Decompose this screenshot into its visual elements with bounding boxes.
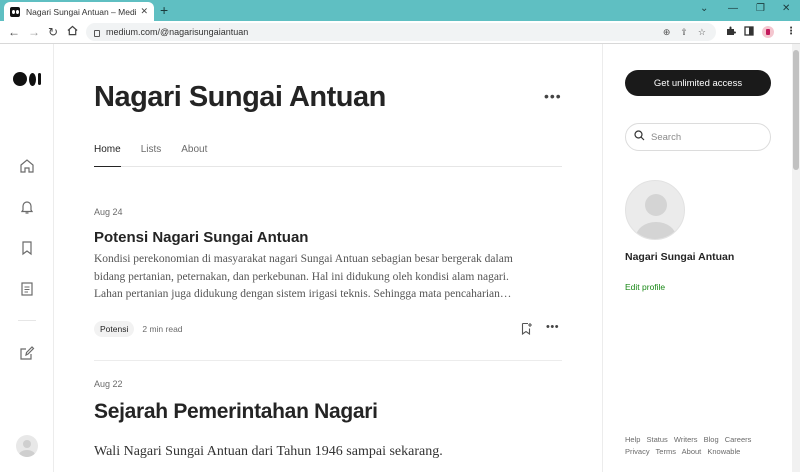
forward-icon[interactable]: → — [28, 25, 40, 39]
browser-toolbar: ← → ↻ medium.com/@nagarisungaiantuan ⊕ ⇪… — [0, 21, 800, 44]
close-window-icon[interactable]: ✕ — [782, 3, 790, 14]
browser-tab-strip: Nagari Sungai Antuan – Medium ✕ + ⌄ — ❐ … — [0, 0, 800, 21]
excerpt-line: bidang pertanian, peternakan, dan perkeb… — [94, 270, 509, 283]
article-divider — [94, 360, 562, 361]
address-bar[interactable]: medium.com/@nagarisungaiantuan ⊕ ⇪ ☆ — [86, 23, 716, 41]
profile-title: Nagari Sungai Antuan — [94, 81, 386, 113]
footer-link-terms[interactable]: Terms — [656, 447, 676, 456]
sidebar-icon[interactable] — [744, 26, 754, 39]
profile-tabs: Home Lists About — [94, 144, 562, 167]
back-icon[interactable]: ← — [8, 25, 20, 39]
scrollbar-thumb[interactable] — [793, 50, 799, 170]
tab-title: Nagari Sungai Antuan – Medium — [26, 6, 137, 17]
footer-links: Help Status Writers Blog Careers Privacy… — [625, 434, 775, 458]
tab-home[interactable]: Home — [94, 144, 121, 167]
right-sidebar: Get unlimited access Nagari Sungai Antua… — [602, 44, 792, 472]
footer-link-knowable[interactable]: Knowable — [707, 447, 740, 456]
home-icon[interactable] — [67, 25, 78, 39]
read-time: 2 min read — [142, 323, 183, 334]
article-date: Aug 22 — [94, 379, 123, 389]
left-nav-rail — [0, 44, 54, 472]
footer-link-writers[interactable]: Writers — [674, 435, 698, 444]
star-icon[interactable]: ☆ — [698, 27, 706, 38]
footer-link-careers[interactable]: Careers — [725, 435, 752, 444]
sidebar-profile-name[interactable]: Nagari Sungai Antuan — [625, 251, 734, 263]
footer-row: Help Status Writers Blog Careers — [625, 434, 775, 446]
article-excerpt: Wali Nagari Sungai Antuan dari Tahun 194… — [94, 443, 562, 461]
url-text: medium.com/@nagarisungaiantuan — [106, 27, 249, 37]
article-tag[interactable]: Potensi — [94, 320, 135, 337]
zoom-icon[interactable]: ⊕ — [663, 27, 671, 38]
bookmark-add-icon[interactable] — [520, 322, 533, 337]
tab-close-icon[interactable]: ✕ — [140, 6, 148, 17]
lock-icon — [94, 29, 100, 37]
browser-tab[interactable]: Nagari Sungai Antuan – Medium ✕ — [4, 2, 154, 21]
article-meta: Potensi 2 min read ••• — [94, 320, 562, 337]
edit-profile-link[interactable]: Edit profile — [625, 282, 665, 292]
excerpt-line: Wali Nagari Sungai Antuan dari Tahun 194… — [94, 444, 443, 459]
page-scrollbar[interactable] — [792, 44, 800, 472]
tab-lists[interactable]: Lists — [141, 144, 162, 167]
article-excerpt: Kondisi perekonomian di masyarakat nagar… — [94, 251, 562, 304]
article-title[interactable]: Potensi Nagari Sungai Antuan — [94, 229, 562, 246]
library-icon[interactable] — [18, 239, 36, 257]
stories-icon[interactable] — [18, 280, 36, 298]
profile-avatar[interactable] — [625, 180, 685, 240]
footer-link-about[interactable]: About — [682, 447, 702, 456]
new-tab-button[interactable]: + — [160, 2, 168, 19]
reload-icon[interactable]: ↻ — [48, 25, 58, 39]
extensions-icon[interactable] — [726, 26, 736, 39]
article-card[interactable]: Aug 22 Sejarah Pemerintahan Nagari Wali … — [94, 379, 562, 461]
profile-icon[interactable] — [762, 26, 774, 38]
article-title[interactable]: Sejarah Pemerintahan Nagari — [94, 400, 562, 424]
medium-logo-icon[interactable] — [13, 72, 41, 86]
notifications-icon[interactable] — [18, 198, 36, 216]
home-nav-icon[interactable] — [18, 157, 36, 175]
minimize-icon[interactable]: — — [728, 3, 738, 14]
footer-row: Privacy Terms About Knowable — [625, 446, 775, 458]
medium-favicon-icon — [10, 6, 20, 17]
medium-page: Nagari Sungai Antuan ••• Home Lists Abou… — [0, 44, 800, 472]
excerpt-line: Lahan pertanian juga didukung dengan sis… — [94, 288, 512, 300]
article-card[interactable]: Aug 24 Potensi Nagari Sungai Antuan Kond… — [94, 207, 562, 337]
menu-icon[interactable]: ⋮ — [786, 26, 796, 37]
search-box[interactable] — [625, 123, 771, 151]
footer-link-privacy[interactable]: Privacy — [625, 447, 650, 456]
footer-link-help[interactable]: Help — [625, 435, 640, 444]
share-icon[interactable]: ⇪ — [680, 27, 688, 38]
rail-divider — [18, 320, 36, 321]
tab-search-icon[interactable]: ⌄ — [700, 3, 708, 14]
search-input[interactable] — [651, 131, 761, 143]
profile-more-button[interactable]: ••• — [544, 88, 562, 104]
article-more-button[interactable]: ••• — [546, 321, 559, 333]
write-icon[interactable] — [18, 344, 36, 362]
footer-link-status[interactable]: Status — [647, 435, 668, 444]
user-avatar[interactable] — [16, 435, 38, 457]
get-unlimited-access-button[interactable]: Get unlimited access — [625, 70, 771, 96]
footer-link-blog[interactable]: Blog — [704, 435, 719, 444]
excerpt-line: Kondisi perekonomian di masyarakat nagar… — [94, 253, 513, 265]
search-icon — [634, 130, 645, 144]
article-date: Aug 24 — [94, 207, 123, 217]
tab-about[interactable]: About — [181, 144, 207, 167]
maximize-icon[interactable]: ❐ — [756, 3, 765, 14]
